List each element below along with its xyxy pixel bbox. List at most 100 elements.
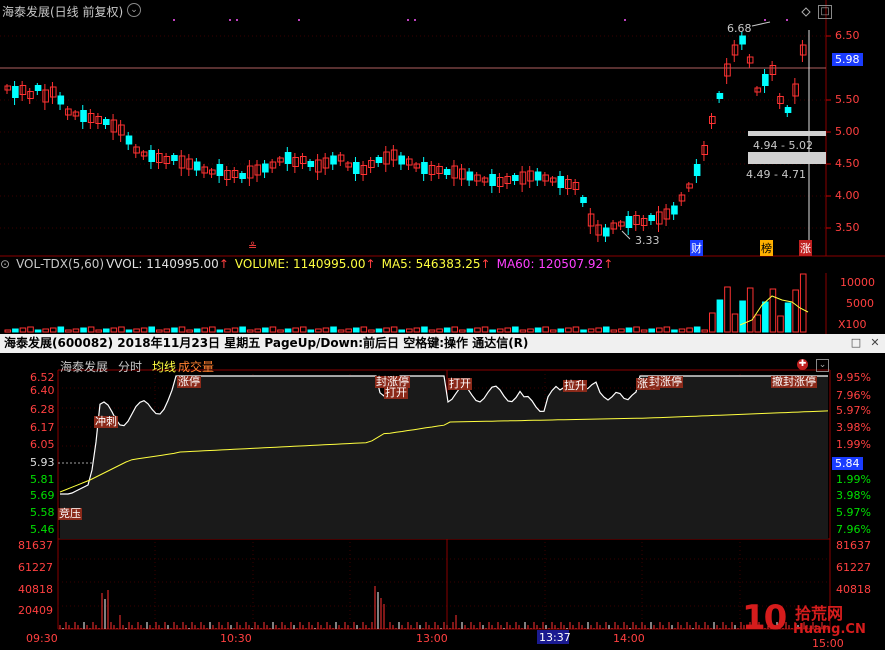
tab-timeshare[interactable]: 分时 xyxy=(118,360,142,374)
volume-bar xyxy=(602,326,610,333)
candle-body xyxy=(262,163,269,173)
restore-icon[interactable]: □ xyxy=(818,5,832,19)
event-annotation: 打开 xyxy=(384,386,408,399)
pct-axis-label: 7.96% xyxy=(836,523,871,536)
event-annotation: 封涨停 xyxy=(648,375,683,388)
high-price-label: 6.68 xyxy=(727,22,752,35)
time-axis-label: 09:30 xyxy=(26,632,58,645)
vvol-value: VVOL: 1140995.00 xyxy=(106,257,219,271)
price-axis-label: 5.81 xyxy=(30,473,55,486)
candle-body xyxy=(625,216,633,228)
candle-body xyxy=(193,161,201,171)
candle-body xyxy=(443,169,451,175)
daily-kline-chart[interactable]: ≗ xyxy=(0,0,885,334)
pct-axis-label: 7.96% xyxy=(836,389,871,402)
price-axis-label: 5.50 xyxy=(835,93,860,106)
volume-bar xyxy=(330,326,337,333)
current-price-tag: 5.98 xyxy=(832,53,863,66)
candle-body xyxy=(534,171,542,181)
volume-bar xyxy=(784,302,792,333)
volume-bar xyxy=(466,328,474,333)
candle-body xyxy=(489,174,496,186)
volume-bar xyxy=(57,326,65,333)
candle-body xyxy=(352,162,360,174)
volume-bar xyxy=(648,328,655,333)
price-axis-label: 5.46 xyxy=(30,523,55,536)
tab-stock-name[interactable]: 海泰发展 xyxy=(60,360,108,374)
price-axis-label: 6.50 xyxy=(835,29,860,42)
candle-body xyxy=(148,150,156,162)
volume-bar xyxy=(125,329,133,333)
tab-avg-line[interactable]: 均线 xyxy=(152,360,176,374)
price-axis-label: 6.52 xyxy=(30,371,55,384)
candle-body xyxy=(239,173,246,179)
watermark-text: 拾荒网 xyxy=(795,604,844,623)
volume-bar xyxy=(148,326,156,333)
volume-bar xyxy=(693,326,701,333)
pct-axis-label: 3.98% xyxy=(836,489,871,502)
watermark-domain: Huang.CN xyxy=(793,622,866,637)
volume-value: VOLUME: 1140995.00 xyxy=(234,257,366,271)
volume-bar xyxy=(762,301,769,333)
up-arrow-icon: ↑ xyxy=(218,257,229,271)
volume-bar xyxy=(80,327,87,333)
up-arrow-icon: ↑ xyxy=(365,257,376,271)
pct-axis-label: 5.97% xyxy=(836,506,871,519)
price-axis-label: 3.50 xyxy=(835,221,860,234)
event-annotation: 竞压 xyxy=(58,507,82,520)
price-axis-label: 6.05 xyxy=(30,438,55,451)
volume-axis-label: 61227 xyxy=(18,561,53,574)
chart-title: 海泰发展(日线 前复权) xyxy=(2,5,124,19)
candle-body xyxy=(57,95,65,105)
indicator-name: VOL-TDX(5,60) xyxy=(16,257,105,271)
chevron-circle-icon[interactable]: ⊙ xyxy=(0,257,10,271)
time-axis-label: 14:00 xyxy=(613,632,645,645)
tab-volume[interactable]: 成交量 xyxy=(178,360,214,374)
price-axis-label: 5.93 xyxy=(30,456,55,469)
svg-text:≗: ≗ xyxy=(248,240,257,253)
up-arrow-icon: ↑ xyxy=(480,257,491,271)
volume-axis-label: X100 xyxy=(838,318,867,331)
candle-body xyxy=(739,35,746,45)
volume-bar xyxy=(102,328,110,333)
finance-marker[interactable]: 财 xyxy=(690,240,703,256)
current-price-tag: 5.84 xyxy=(832,457,863,470)
candle-body xyxy=(125,135,133,145)
close-icon[interactable]: ✕ xyxy=(869,337,881,349)
volume-bar xyxy=(421,326,428,333)
volume-axis-label: 5000 xyxy=(846,297,874,310)
candle-body xyxy=(602,227,610,237)
candle-body xyxy=(466,171,474,181)
pct-axis-label: 3.98% xyxy=(836,421,871,434)
candle-body xyxy=(580,197,587,203)
volume-bar xyxy=(307,329,315,333)
candle-body xyxy=(375,157,383,163)
event-annotation: 冲刺 xyxy=(94,415,118,428)
volume-axis-label: 40818 xyxy=(836,583,871,596)
candle-body xyxy=(512,175,519,181)
price-axis-label: 6.28 xyxy=(30,403,55,416)
settings-icon[interactable]: ✚ xyxy=(797,359,808,370)
candle-body xyxy=(34,85,42,91)
candle-body xyxy=(671,205,678,215)
chevron-down-icon[interactable]: ⌄ xyxy=(816,359,829,372)
candle-body xyxy=(102,119,110,125)
window-title: 海泰发展(600082) 2018年11月23日 星期五 PageUp/Down… xyxy=(0,334,885,353)
candle-body xyxy=(716,93,724,99)
volume-bar xyxy=(239,326,246,333)
candle-body xyxy=(80,110,87,122)
volume-axis-label: 10000 xyxy=(840,276,875,289)
volume-bar xyxy=(625,327,633,333)
rank-marker[interactable]: 榜 xyxy=(760,240,773,256)
range-box-label: 4.94 - 5.02 xyxy=(753,139,813,152)
maximize-icon[interactable]: □ xyxy=(850,337,862,349)
volume-indicator-bar: ⊙ VOL-TDX(5,60) VVOL: 1140995.00↑ VOLUME: 1… xyxy=(0,257,885,273)
volume-bar xyxy=(216,329,224,333)
volume-bar xyxy=(489,329,496,333)
pct-axis-label: 9.95% xyxy=(836,371,871,384)
limit-up-marker[interactable]: 涨 xyxy=(799,240,812,256)
candle-body xyxy=(762,74,769,86)
volume-bar xyxy=(716,299,724,333)
chevron-circle-icon[interactable]: ⌄ xyxy=(127,3,141,17)
volume-bar xyxy=(739,300,746,333)
